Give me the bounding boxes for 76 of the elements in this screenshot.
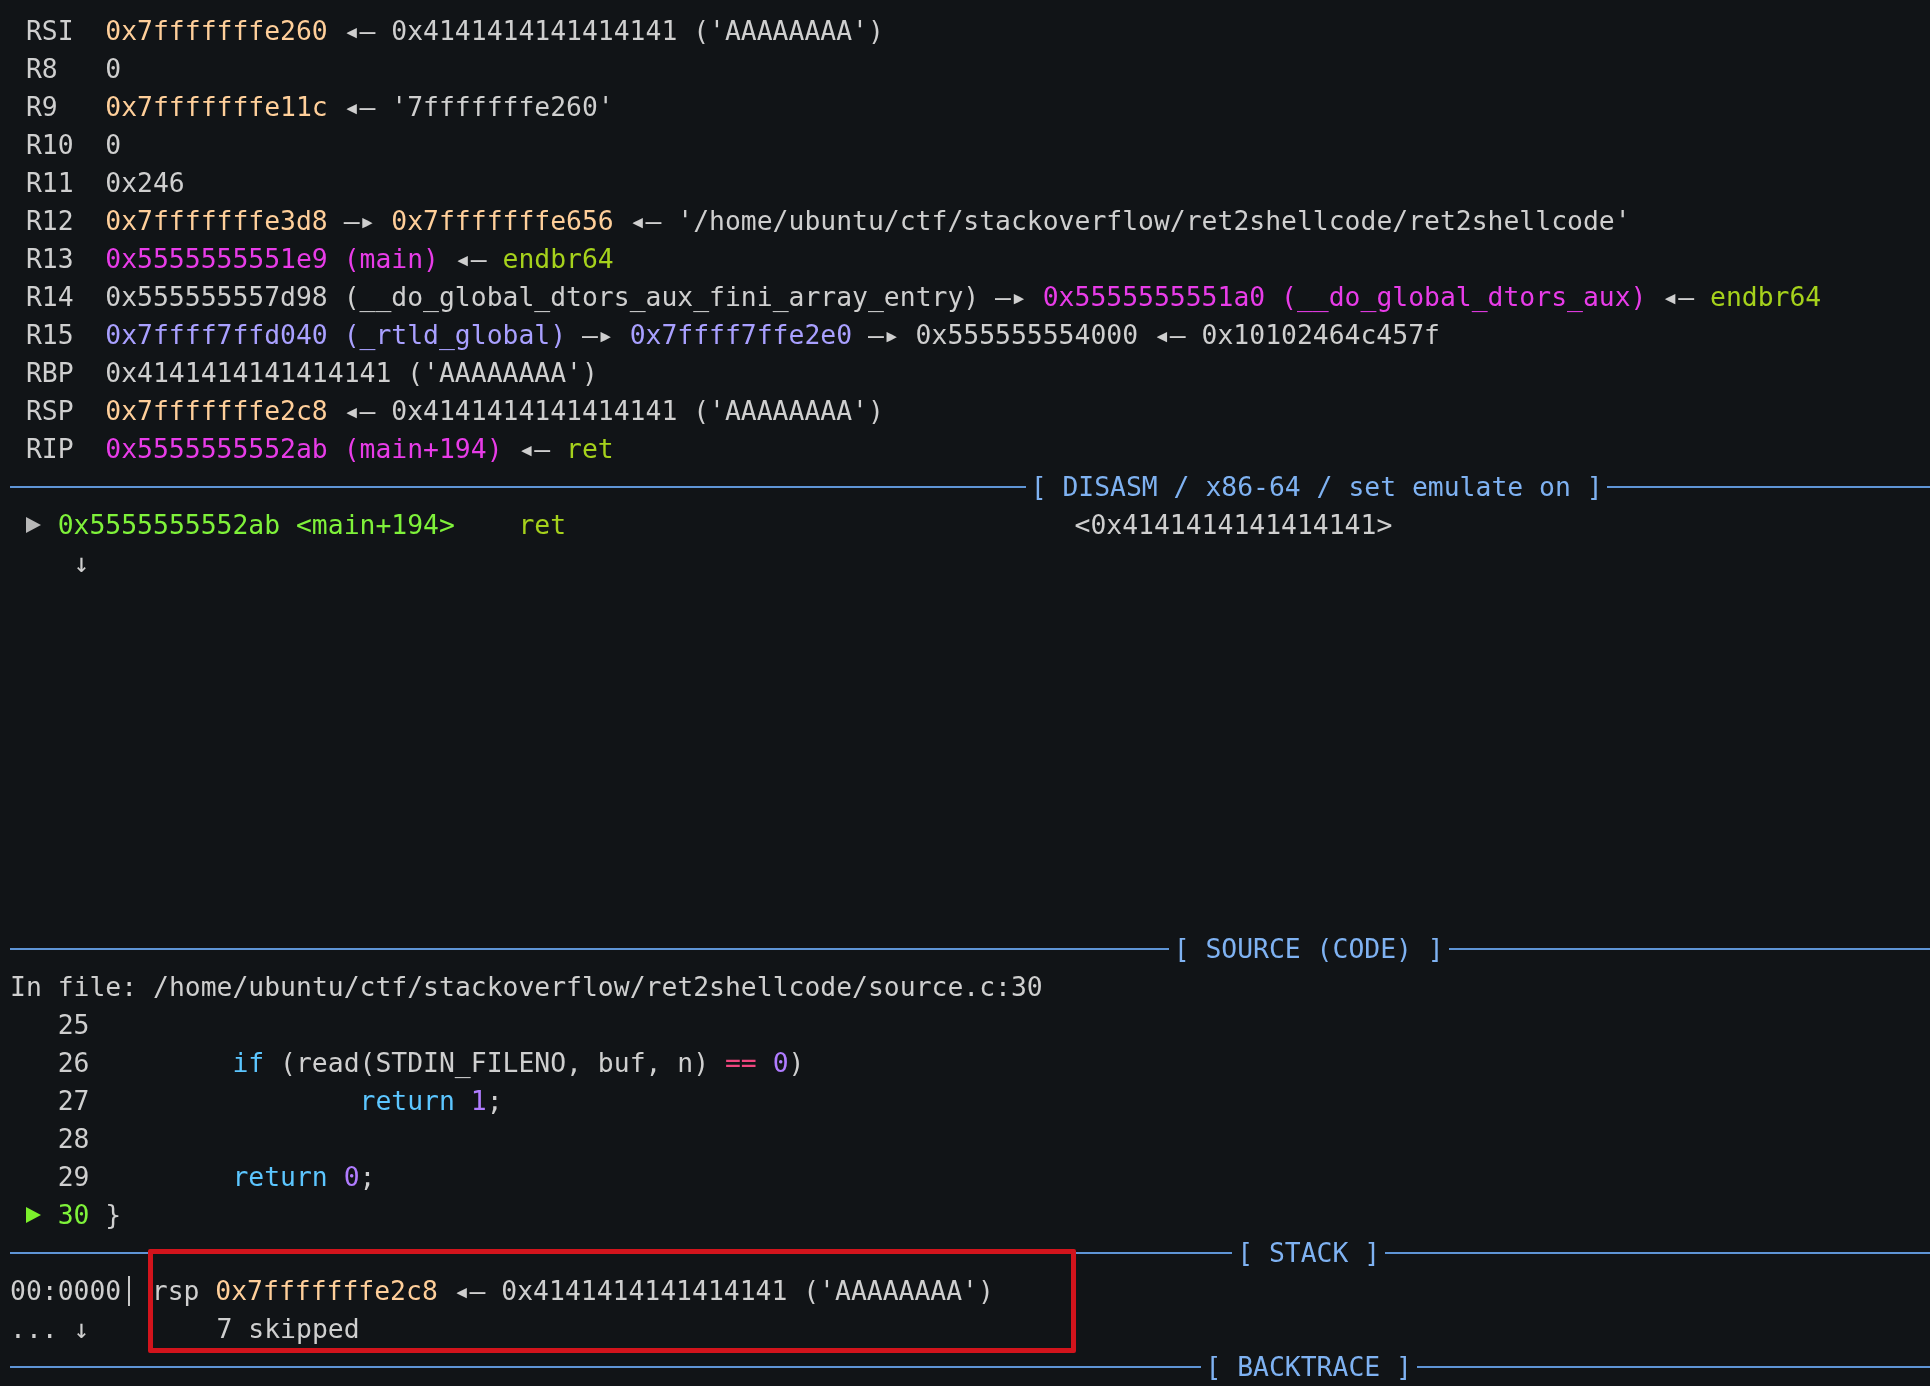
register-name: RBP [25, 356, 75, 390]
register-name: R12 [25, 204, 75, 238]
stack-register: rsp [151, 1274, 200, 1308]
register-value: ◂— [518, 432, 551, 466]
source-code-line: if (read(STDIN_FILENO, buf, n) == 0) [231, 1046, 805, 1080]
line-number: 27 [57, 1084, 91, 1118]
line-number: 30 [57, 1198, 91, 1232]
source-code-line: return 0; [231, 1160, 376, 1194]
register-value: 0x7fffffffe11c [105, 90, 328, 124]
register-value: 0x5555555551a0 (__do_global_dtors_aux) [1042, 280, 1647, 314]
pointer-arrow: ◂— [453, 1274, 486, 1308]
register-value: —▸ [343, 204, 376, 238]
register-value: ret [566, 432, 614, 466]
register-value: 0x10102464c457f [1201, 318, 1440, 352]
stack-value: 0x4141414141414141 ('AAAAAAAA') [501, 1274, 994, 1308]
register-value: 0 [105, 52, 122, 86]
pane-header: [ BACKTRACE ] [1204, 1350, 1413, 1384]
register-name: RSP [25, 394, 75, 428]
instruction-mnemonic: ret [518, 508, 568, 542]
register-value: 0 [105, 128, 122, 162]
register-value: 0x7fffffffe260 [105, 14, 328, 48]
skipped-count: 7 skipped [216, 1312, 360, 1346]
register-value: 0x7fffffffe3d8 [105, 204, 328, 238]
register-value: 0x246 [105, 166, 185, 200]
register-value: 0x7fffffffe2c8 [105, 394, 328, 428]
pane-header: [ DISASM / x86-64 / set emulate on ] [1029, 470, 1604, 504]
register-value: ◂— [629, 204, 662, 238]
pane-header: [ SOURCE (CODE) ] [1172, 932, 1445, 966]
register-value: ◂— [343, 394, 376, 428]
register-value: ◂— [343, 14, 376, 48]
register-name: R13 [25, 242, 75, 276]
register-value: 0x4141414141414141 ('AAAAAAAA') [391, 394, 884, 428]
register-value: —▸ [581, 318, 614, 352]
stack-offset: 00:0000 [10, 1276, 130, 1306]
register-value: 0x7ffff7ffd040 (_rtld_global) [105, 318, 567, 352]
register-value: 0x555555554000 [915, 318, 1139, 352]
register-value: endbr64 [502, 242, 614, 276]
instruction-address: 0x5555555552ab <main+194> [57, 508, 456, 542]
instruction-operand: <0x4141414141414141> [1074, 508, 1393, 542]
current-line-marker-icon [25, 517, 41, 533]
register-value: 0x4141414141414141 ('AAAAAAAA') [105, 356, 598, 390]
register-name: RIP [25, 432, 75, 466]
source-code-line: return 1; [358, 1084, 503, 1118]
register-value: endbr64 [1710, 280, 1822, 314]
stack-offset: ... ↓ [10, 1312, 91, 1346]
register-value: 0x5555555552ab (main+194) [105, 432, 503, 466]
register-value: '7fffffffe260' [391, 90, 614, 124]
register-value: 0x4141414141414141 ('AAAAAAAA') [391, 14, 884, 48]
line-number: 28 [57, 1122, 91, 1156]
register-name: RSI [25, 14, 75, 48]
source-code-line: } [105, 1198, 122, 1232]
register-value: ◂— [343, 90, 376, 124]
register-value: —▸ [867, 318, 900, 352]
register-value: 0x7fffffffe656 [391, 204, 614, 238]
register-value: '/home/ubuntu/ctf/stackoverflow/ret2shellcode/ret2shellcode' [677, 204, 1631, 238]
source-file-path: In file: /home/ubuntu/ctf/stackoverflow/ret2shellcode/source.c:30 [10, 970, 1043, 1004]
line-number: 29 [57, 1160, 91, 1194]
register-name: R11 [25, 166, 75, 200]
register-name: R14 [25, 280, 75, 314]
register-value: 0x5555555551e9 (main) [105, 242, 439, 276]
register-name: R8 [25, 52, 59, 86]
register-value: 0x555555557d98 (__do_global_dtors_aux_fini_array_entry) [105, 280, 980, 314]
pane-header: [ STACK ] [1236, 1236, 1382, 1270]
register-value: ◂— [1662, 280, 1695, 314]
register-name: R10 [25, 128, 75, 162]
stack-address: 0x7fffffffe2c8 [215, 1274, 438, 1308]
register-value: 0x7ffff7ffe2e0 [629, 318, 853, 352]
line-number: 25 [57, 1008, 91, 1042]
register-value: ◂— [1153, 318, 1186, 352]
register-name: R9 [25, 90, 59, 124]
register-value: ◂— [454, 242, 487, 276]
line-number: 26 [57, 1046, 91, 1080]
continuation-arrow: ↓ [72, 546, 90, 580]
current-line-marker-icon [25, 1207, 41, 1223]
register-name: R15 [25, 318, 75, 352]
register-value: —▸ [995, 280, 1027, 314]
